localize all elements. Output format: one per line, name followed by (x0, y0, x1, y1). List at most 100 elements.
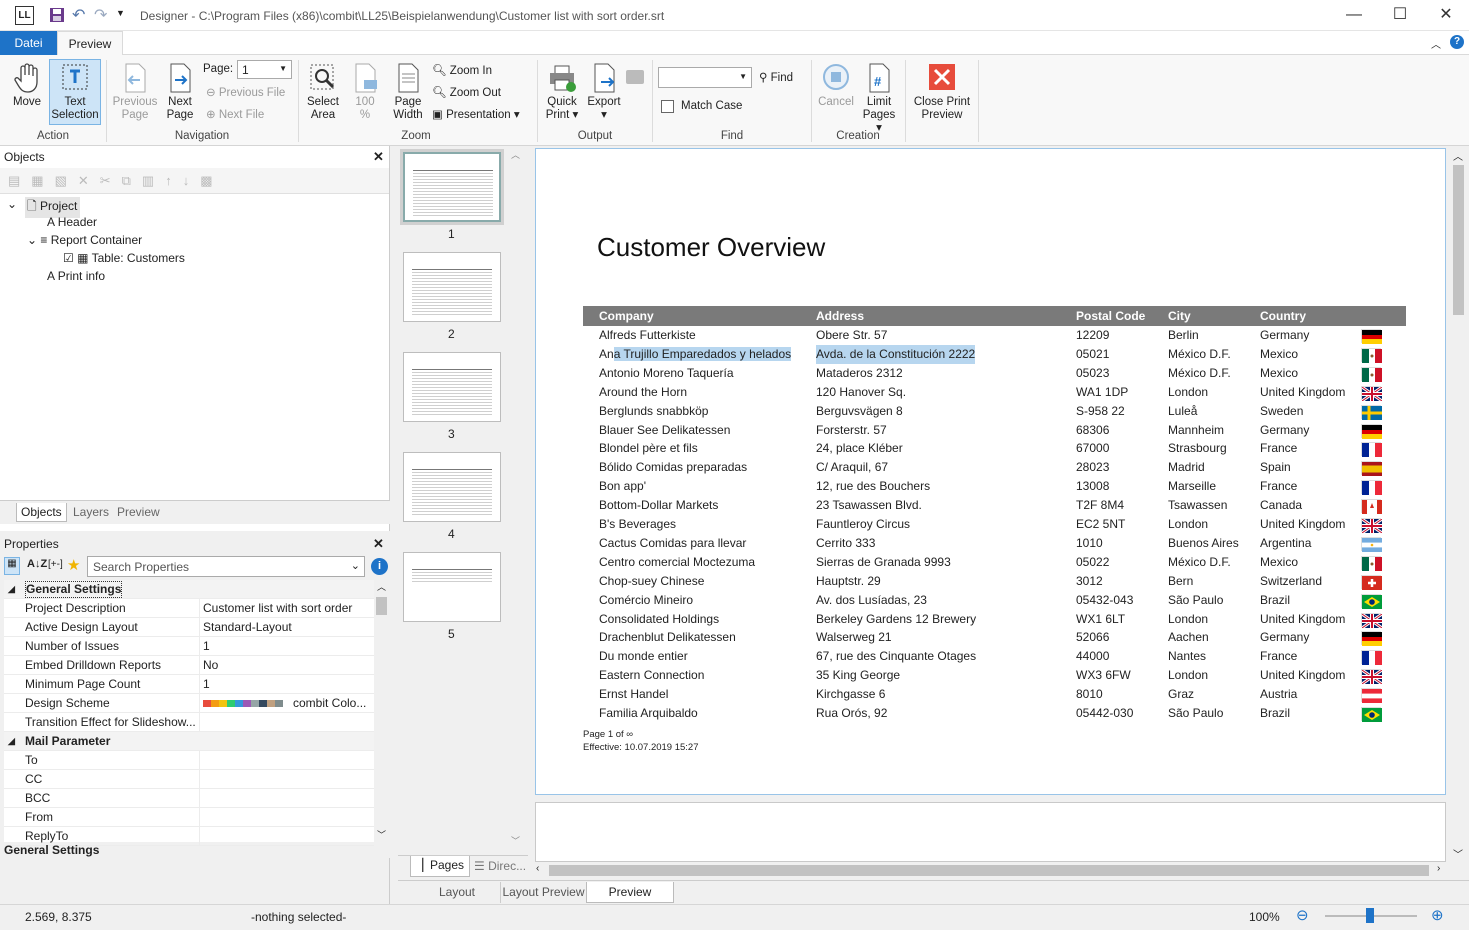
section-mail-parameter[interactable]: ◢ Mail Parameter (4, 732, 374, 751)
tree-expand-icon[interactable]: ⌄ (7, 197, 17, 211)
next-page-button[interactable]: Next Page (160, 62, 200, 122)
tab-layout[interactable]: Layout (418, 882, 496, 903)
close-window-button[interactable]: ✕ (1423, 0, 1469, 31)
property-row[interactable]: To (4, 751, 374, 770)
zoom-100-button[interactable]: 100 % (346, 62, 384, 122)
scroll-thumb[interactable] (1453, 165, 1464, 315)
redo-icon[interactable]: ↷ (94, 5, 107, 25)
zoom-slider-thumb[interactable] (1366, 908, 1374, 923)
page-width-button[interactable]: Page Width (388, 62, 428, 122)
table-row[interactable]: Comércio Mineiro Av. dos Lusíadas, 23 0543… (583, 591, 1406, 610)
tab-preview-view[interactable]: Preview (586, 882, 674, 903)
page-number-select[interactable]: 1 ▼ (237, 60, 292, 79)
property-row[interactable]: Transition Effect for Slideshow... (4, 713, 374, 732)
maximize-button[interactable]: ☐ (1377, 0, 1423, 31)
tab-preview[interactable]: Preview (57, 31, 123, 56)
page-thumbnail[interactable] (403, 352, 501, 422)
table-row[interactable]: Antonio Moreno Taquería Mataderos 2312 050… (583, 364, 1406, 383)
property-row[interactable]: Embed Drilldown Reports No (4, 656, 374, 675)
cancel-button[interactable]: Cancel (816, 62, 856, 109)
find-input[interactable]: ▼ (658, 67, 752, 88)
find-button[interactable]: ⚲ Find (759, 70, 793, 84)
zoom-in-status-icon[interactable]: ⊕ (1431, 906, 1444, 924)
table-row[interactable]: Bon app' 12, rue des Bouchers 13008 Marseil… (583, 477, 1406, 496)
table-row[interactable]: Bólido Comidas preparadas C/ Araquil, 67 2… (583, 458, 1406, 477)
page-thumbnail[interactable] (403, 152, 501, 222)
table-row[interactable]: Around the Horn 120 Hanover Sq. WA1 1DP Lon… (583, 383, 1406, 402)
tab-objects[interactable]: Objects (16, 503, 67, 522)
select-area-button[interactable]: Select Area (303, 62, 343, 122)
table-row[interactable]: Alfreds Futterkiste Obere Str. 57 12209 Ber… (583, 326, 1406, 345)
table-row[interactable]: Ana Trujillo Emparedados y helados Avda. … (583, 344, 1406, 364)
sort-az-icon[interactable]: A↓Z (27, 558, 47, 570)
text-selection-button[interactable]: Text Selection (49, 59, 101, 125)
zoom-out-button[interactable]: 🔍︎ Zoom Out (432, 85, 501, 99)
table-row[interactable]: Drachenblut Delikatessen Walserweg 21 5206… (583, 628, 1406, 647)
app-logo-icon[interactable]: LL (15, 6, 34, 25)
table-row[interactable]: Du monde entier 67, rue des Cinquante Ota… (583, 647, 1406, 666)
expand-collapse-icon[interactable]: [+-] (48, 559, 63, 570)
tab-directory[interactable]: ☰ Direc... (474, 859, 526, 873)
table-row[interactable]: Consolidated Holdings Berkeley Gardens 12… (583, 610, 1406, 629)
match-case-checkbox[interactable] (661, 100, 674, 113)
save-icon[interactable] (49, 7, 65, 23)
table-row[interactable]: Bottom-Dollar Markets 23 Tsawassen Blvd. T… (583, 496, 1406, 515)
tab-layout-preview[interactable]: Layout Preview (500, 882, 586, 903)
property-row[interactable]: Active Design Layout Standard-Layout (4, 618, 374, 637)
tree-item-print-info[interactable]: A Print info (47, 269, 105, 283)
preview-next-page[interactable] (535, 802, 1446, 862)
move-button[interactable]: Move (6, 62, 48, 109)
property-row[interactable]: From (4, 808, 374, 827)
collapse-ribbon-icon[interactable]: ︿ (1431, 36, 1441, 51)
section-general-settings[interactable]: ◢ General Settings (4, 580, 374, 599)
info-icon[interactable]: i (371, 558, 388, 575)
objects-toolbar-icons[interactable]: ▤▦▧✕✂⧉▥↑↓▩ (8, 173, 223, 189)
property-value[interactable] (199, 827, 200, 846)
table-row[interactable]: Chop-suey Chinese Hauptstr. 29 3012 Bern Swi… (583, 572, 1406, 591)
tab-layers[interactable]: Layers (73, 505, 109, 519)
table-row[interactable]: Cactus Comidas para llevar Cerrito 333 101… (583, 534, 1406, 553)
property-row[interactable]: Number of Issues 1 (4, 637, 374, 656)
table-row[interactable]: Blauer See Delikatessen Forsterstr. 57 683… (583, 421, 1406, 440)
tree-item-report-container[interactable]: ⌄ ≡ Report Container (27, 233, 142, 247)
tab-preview-objects[interactable]: Preview (117, 505, 160, 519)
table-row[interactable]: Blondel père et fils 24, place Kléber 6700… (583, 439, 1406, 458)
preview-horizontal-scrollbar[interactable]: ‹ › (533, 862, 1448, 879)
property-value[interactable] (199, 770, 200, 789)
page-thumbnail[interactable] (403, 252, 501, 322)
close-print-preview-button[interactable]: Close Print Preview (910, 62, 974, 122)
scroll-thumb[interactable] (376, 597, 387, 615)
tab-file[interactable]: Datei (0, 31, 57, 55)
undo-icon[interactable]: ↶ (72, 5, 85, 25)
zoom-in-button[interactable]: 🔍︎ Zoom In (432, 63, 492, 77)
help-icon[interactable]: ? (1450, 35, 1464, 49)
tree-item-header[interactable]: A Header (47, 215, 97, 229)
presentation-button[interactable]: ▣ Presentation ▾ (432, 107, 520, 121)
table-row[interactable]: Centro comercial Moctezuma Sierras de Gra… (583, 553, 1406, 572)
favorite-star-icon[interactable]: ★ (67, 556, 80, 574)
tree-item-table-customers[interactable]: ☑ ▦ Table: Customers (63, 251, 185, 265)
limit-pages-button[interactable]: # Limit Pages ▾ (859, 62, 899, 135)
properties-scrollbar[interactable]: ︿ ﹀ (374, 580, 389, 842)
previous-page-button[interactable]: Previous Page (111, 62, 159, 122)
property-value[interactable] (199, 751, 200, 770)
table-row[interactable]: B's Beverages Fauntleroy Circus EC2 5NT Lon… (583, 515, 1406, 535)
scroll-thumb[interactable] (549, 865, 1429, 876)
page-thumbnail[interactable] (403, 452, 501, 522)
property-value[interactable] (199, 808, 200, 827)
property-row[interactable]: Minimum Page Count 1 (4, 675, 374, 694)
property-row[interactable]: BCC (4, 789, 374, 808)
table-row[interactable]: Ernst Handel Kirchgasse 6 8010 Graz Austria (583, 685, 1406, 704)
table-row[interactable]: Familia Arquibaldo Rua Orós, 92 05442-030 S… (583, 704, 1406, 723)
preview-vertical-scrollbar[interactable]: ︿ ﹀ (1450, 148, 1467, 862)
property-value[interactable] (199, 789, 200, 808)
zoom-out-status-icon[interactable]: ⊖ (1296, 906, 1309, 924)
close-objects-icon[interactable]: ✕ (373, 149, 384, 165)
thumbnails-scrollbar[interactable]: ︿ ﹀ (509, 148, 523, 848)
search-properties-input[interactable]: Search Properties ⌄ (87, 556, 365, 577)
tab-pages[interactable]: ▕ Pages (410, 856, 470, 877)
table-row[interactable]: Eastern Connection 35 King George WX3 6FW L… (583, 666, 1406, 686)
export-button[interactable]: Export ▾ (585, 62, 623, 122)
page-thumbnail[interactable] (403, 552, 501, 622)
quick-access-dropdown-icon[interactable]: ▼ (116, 8, 125, 18)
